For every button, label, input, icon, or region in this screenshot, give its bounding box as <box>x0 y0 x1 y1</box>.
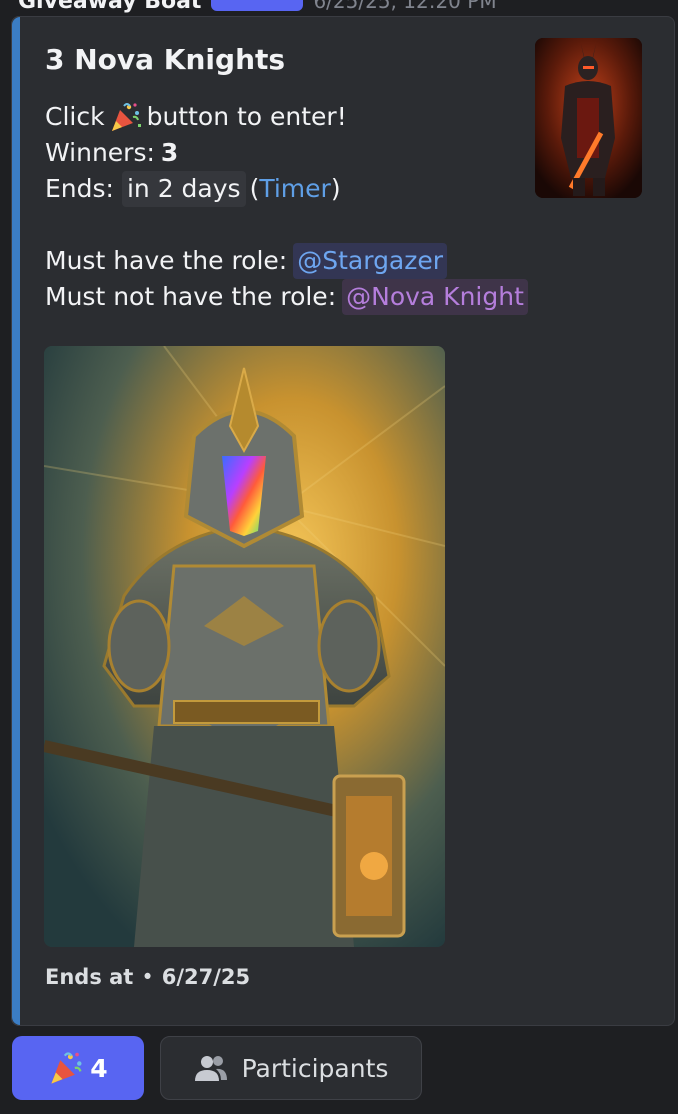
winners-line: Winners: 3 <box>45 135 528 171</box>
timestamp: 6/25/25, 12:20 PM <box>313 0 497 13</box>
close-paren: ) <box>330 174 341 203</box>
ends-label: Ends: <box>45 174 114 203</box>
role-mention-nova-knight[interactable]: @Nova Knight <box>342 279 528 315</box>
embed-image[interactable] <box>44 346 445 947</box>
entry-count: 4 <box>90 1053 108 1083</box>
click-suffix: button to enter! <box>146 102 347 131</box>
relative-time[interactable]: in 2 days <box>121 171 246 207</box>
open-paren: ( <box>249 174 260 203</box>
embed-footer: Ends at • 6/27/25 <box>45 965 250 989</box>
embed-accent-bar <box>12 17 20 1025</box>
enter-instruction: Click button to enter! <box>45 99 528 135</box>
enter-giveaway-button[interactable]: 4 <box>12 1036 144 1100</box>
footer-label: Ends at <box>45 965 134 989</box>
required-role-line: Must have the role: @Stargazer <box>45 243 528 279</box>
winners-label: Winners: <box>45 138 155 167</box>
must-not-label: Must not have the role: <box>45 282 337 311</box>
participants-button[interactable]: Participants <box>160 1036 422 1100</box>
role-mention-stargazer[interactable]: @Stargazer <box>293 243 448 279</box>
gold-knight-image-art <box>44 346 445 947</box>
embed-thumbnail[interactable] <box>535 38 642 198</box>
participants-label: Participants <box>241 1053 389 1083</box>
must-have-label: Must have the role: <box>45 246 288 275</box>
giveaway-embed: 3 Nova Knights Click button to enter! Wi… <box>11 16 675 1026</box>
embed-description: Click button to enter! Winners: 3 Ends: … <box>45 99 528 315</box>
winners-count: 3 <box>160 138 179 167</box>
timer-link[interactable]: Timer <box>259 171 330 207</box>
people-icon <box>194 1056 227 1081</box>
dark-knight-thumbnail-art <box>535 38 642 198</box>
excluded-role-line: Must not have the role: @Nova Knight <box>45 279 528 315</box>
footer-separator: • <box>141 965 154 989</box>
bot-badge <box>211 0 304 11</box>
party-popper-icon <box>111 103 141 131</box>
footer-date: 6/27/25 <box>161 965 251 989</box>
author-name[interactable]: Giveaway Boat <box>18 0 201 14</box>
click-prefix: Click <box>45 102 105 131</box>
ends-line: Ends: in 2 days ( Timer ) <box>45 171 528 207</box>
message-header: Giveaway Boat 6/25/25, 12:20 PM <box>0 0 678 16</box>
party-popper-icon <box>51 1052 82 1084</box>
embed-title: 3 Nova Knights <box>45 43 286 76</box>
